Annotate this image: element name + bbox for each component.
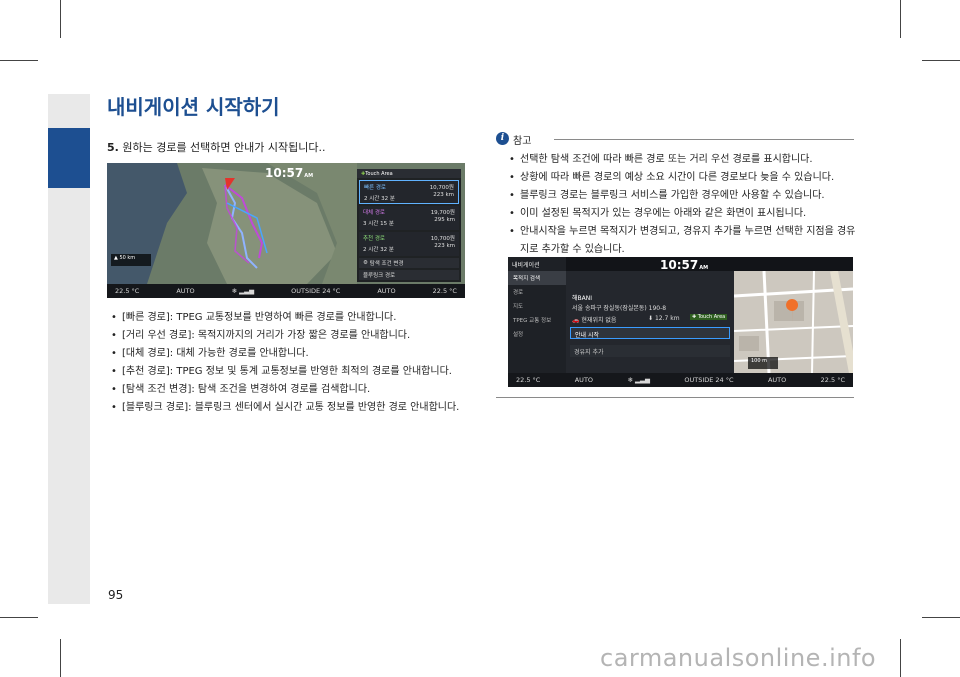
list-item: [추천 경로]: TPEG 정보 및 통계 교통정보를 반영한 최적의 경로를 … <box>110 363 470 381</box>
page-number: 95 <box>108 588 124 602</box>
route-option-recommended[interactable]: 추천 경로 2 시간 32 분 10,700원 223 km <box>359 232 459 256</box>
crop-mark <box>0 617 38 618</box>
nav-menu-title: 내비게이션 <box>512 262 540 269</box>
scale-label: 50 km <box>119 255 136 261</box>
divider <box>496 397 854 398</box>
touch-area-badge[interactable]: ✚ Touch Area <box>690 314 728 320</box>
crop-mark <box>922 60 960 61</box>
start-guidance-button[interactable]: 안내 시작 <box>570 327 730 339</box>
route-cost: 10,700원 <box>429 185 454 191</box>
clock-time: 10:57 <box>660 258 699 272</box>
route-map: 10:57AM ▲ 50 km ✚ Touch Area 빠른 경로 2 시간 … <box>107 163 465 284</box>
menu-item-tpeg[interactable]: TPEG 교통 정보 <box>508 313 566 327</box>
crop-mark <box>0 60 38 61</box>
climate-status-bar: 22.5 °C AUTO ❄ ▂▃▅ OUTSIDE 24 °C AUTO 22… <box>508 373 853 387</box>
crop-mark <box>900 0 901 38</box>
list-item: [블루링크 경로]: 블루링크 센터에서 실시간 교통 정보를 반영한 경로 안… <box>110 399 470 417</box>
route-distance: 223 km <box>434 243 455 249</box>
scale-label: 100 m <box>751 358 768 364</box>
list-item: 블루링크 경로는 블루링크 서비스를 가입한 경우에만 사용할 수 있습니다. <box>508 187 858 205</box>
touch-area-label: Touch Area <box>365 170 393 177</box>
fan-icon: ❄ ▂▃▅ <box>627 376 650 384</box>
crop-mark <box>60 0 61 38</box>
touch-area-header[interactable]: ✚ Touch Area <box>357 169 461 178</box>
clock-time: 10:57 <box>265 166 304 180</box>
touch-area-label: Touch Area <box>697 314 726 320</box>
route-option-fast[interactable]: 빠른 경로 2 시간 32 분 10,700원 223 km <box>359 180 459 204</box>
bluelink-route-button[interactable]: 블루링크 경로 <box>359 270 459 280</box>
arrow-down-icon: ⬇ <box>648 315 654 322</box>
route-distance: 223 km <box>433 192 454 198</box>
route-distance: 295 km <box>434 217 455 223</box>
bluelink-route-label: 블루링크 경로 <box>363 273 396 279</box>
clock: 10:57AM <box>265 166 313 180</box>
list-item: [탐색 조건 변경]: 탐색 조건을 변경하여 경로를 검색합니다. <box>110 381 470 399</box>
destination-map: 100 m <box>734 271 853 373</box>
clock: 10:57AM <box>660 258 708 272</box>
list-item: 안내시작을 누르면 목적지가 변경되고, 경유지 추가를 누르면 선택한 지점을… <box>508 223 858 259</box>
menu-item-settings[interactable]: 설정 <box>508 327 566 341</box>
destination-name: 해BANI <box>572 295 592 302</box>
menu-item-search[interactable]: 목적지 검색 <box>508 271 566 285</box>
outside-temp: OUTSIDE 24 °C <box>684 376 734 384</box>
destination-change-screen: 내비게이션 목적지 검색 경로 지도 TPEG 교통 정보 설정 10:57AM… <box>508 257 853 387</box>
route-cost: 19,700원 <box>430 210 455 216</box>
list-item: 상황에 따라 빠른 경로의 예상 소요 시간이 다른 경로보다 늦을 수 있습니… <box>508 169 858 187</box>
list-item: 선택한 탐색 조건에 따라 빠른 경로 또는 거리 우선 경로를 표시합니다. <box>508 151 858 169</box>
auto-left: AUTO <box>176 287 195 295</box>
fan-icon: ❄ ▂▃▅ <box>231 287 255 295</box>
menu-item-route[interactable]: 경로 <box>508 285 566 299</box>
route-cost: 10,700원 <box>430 236 455 242</box>
crop-mark <box>60 639 61 677</box>
car-icon: 🚗 <box>572 317 580 324</box>
route-option-alternative[interactable]: 대체 경로 3 시간 15 분 19,700원 295 km <box>359 206 459 230</box>
note-label: 참고 <box>513 136 532 147</box>
route-selection-screen: 10:57AM ▲ 50 km ✚ Touch Area 빠른 경로 2 시간 … <box>107 163 465 298</box>
note-list: 선택한 탐색 조건에 따라 빠른 경로 또는 거리 우선 경로를 표시합니다. … <box>508 151 858 259</box>
route-options-panel: ✚ Touch Area 빠른 경로 2 시간 32 분 10,700원 223… <box>357 169 461 282</box>
watermark: carmanualsonline.info <box>600 644 877 672</box>
add-waypoint-button[interactable]: 경유지 추가 <box>570 345 730 357</box>
distance-value: 12.7 km <box>654 315 680 322</box>
crop-mark <box>922 617 960 618</box>
step-text: 원하는 경로를 선택하면 안내가 시작됩니다.. <box>122 141 326 154</box>
change-condition-label: 탐색 조건 변경 <box>369 261 404 267</box>
temp-right: 22.5 °C <box>432 287 457 295</box>
distance-readout: ⬇ 12.7 km <box>648 315 680 322</box>
info-icon: i <box>496 132 509 145</box>
list-item: [빠른 경로]: TPEG 교통정보를 반영하여 빠른 경로를 안내합니다. <box>110 309 470 327</box>
map-scale: ▲ 50 km <box>111 254 151 266</box>
temp-right: 22.5 °C <box>820 376 845 384</box>
step-instruction: 5. 원하는 경로를 선택하면 안내가 시작됩니다.. <box>107 139 325 155</box>
list-item: [대체 경로]: 대체 가능한 경로를 안내합니다. <box>110 345 470 363</box>
map-scale: 100 m <box>748 357 778 369</box>
auto-right: AUTO <box>377 287 396 295</box>
temp-left: 22.5 °C <box>115 287 140 295</box>
destination-panel: 해BANI 서울 송파구 잠실동(잠실본동) 190-8 🚗 현재위치 없음 ⬇… <box>566 271 734 373</box>
change-condition-button[interactable]: ⚙ 탐색 조건 변경 <box>359 258 459 268</box>
current-location: 🚗 현재위치 없음 <box>572 315 616 324</box>
page-title: 내비게이션 시작하기 <box>107 95 280 119</box>
temp-left: 22.5 °C <box>516 376 541 384</box>
climate-status-bar: 22.5 °C AUTO ❄ ▂▃▅ OUTSIDE 24 °C AUTO 22… <box>107 284 465 298</box>
step-number: 5. <box>107 141 119 154</box>
clock-ampm: AM <box>304 173 314 179</box>
route-type-list: [빠른 경로]: TPEG 교통정보를 반영하여 빠른 경로를 안내합니다. [… <box>110 309 470 417</box>
divider <box>554 139 854 140</box>
nav-menu: 내비게이션 목적지 검색 경로 지도 TPEG 교통 정보 설정 <box>508 257 566 373</box>
current-location-label: 현재위치 없음 <box>581 317 617 324</box>
outside-temp: OUTSIDE 24 °C <box>291 287 341 295</box>
menu-item-map[interactable]: 지도 <box>508 299 566 313</box>
auto-left: AUTO <box>574 376 594 384</box>
list-item: [거리 우선 경로]: 목적지까지의 거리가 가장 짧은 경로를 안내합니다. <box>110 327 470 345</box>
auto-right: AUTO <box>767 376 787 384</box>
chapter-tab <box>48 128 90 188</box>
north-icon: ▲ <box>114 255 118 261</box>
crop-mark <box>900 639 901 677</box>
list-item: 이미 설정된 목적지가 있는 경우에는 아래와 같은 화면이 표시됩니다. <box>508 205 858 223</box>
note-header: i 참고 <box>496 132 854 147</box>
gear-icon: ⚙ <box>363 260 370 266</box>
destination-address: 서울 송파구 잠실동(잠실본동) 190-8 <box>572 305 667 312</box>
